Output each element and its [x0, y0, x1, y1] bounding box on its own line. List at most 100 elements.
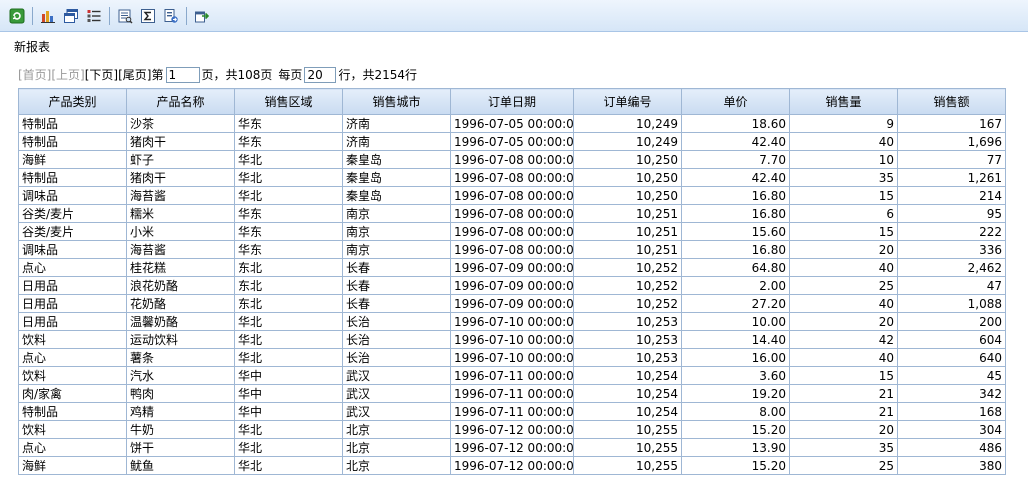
last-page-link[interactable]: [尾页]: [118, 66, 151, 83]
cell-city: 秦皇岛: [342, 186, 451, 205]
cell-category: 海鲜: [18, 150, 127, 169]
column-header-order-date[interactable]: 订单日期: [450, 88, 574, 115]
cell-city: 秦皇岛: [342, 150, 451, 169]
cell-unit-price: 16.80: [681, 186, 790, 205]
cell-city: 武汉: [342, 366, 451, 385]
cell-region: 华北: [234, 456, 343, 475]
cell-order-id: 10,252: [573, 258, 682, 277]
cell-region: 华中: [234, 366, 343, 385]
cell-quantity: 25: [789, 456, 898, 475]
cell-quantity: 10: [789, 150, 898, 169]
cell-order-date: 1996-07-05 00:00:00: [450, 114, 574, 133]
cell-order-date: 1996-07-08 00:00:00: [450, 204, 574, 223]
cell-quantity: 40: [789, 294, 898, 313]
cell-order-id: 10,250: [573, 168, 682, 187]
cell-city: 南京: [342, 222, 451, 241]
cell-order-id: 10,251: [573, 240, 682, 259]
cell-region: 东北: [234, 294, 343, 313]
cell-quantity: 15: [789, 186, 898, 205]
cell-category: 特制品: [18, 132, 127, 151]
cell-unit-price: 16.80: [681, 240, 790, 259]
cell-unit-price: 16.00: [681, 348, 790, 367]
cell-region: 东北: [234, 258, 343, 277]
cell-order-id: 10,255: [573, 438, 682, 457]
cell-unit-price: 42.40: [681, 132, 790, 151]
column-header-unit-price[interactable]: 单价: [681, 88, 790, 115]
cell-region: 华东: [234, 222, 343, 241]
cell-product: 桂花糕: [126, 258, 235, 277]
sum-icon[interactable]: [139, 7, 157, 25]
cell-order-id: 10,250: [573, 150, 682, 169]
cell-order-id: 10,253: [573, 348, 682, 367]
cell-quantity: 25: [789, 276, 898, 295]
table-row: 饮料 运动饮料 华北 长治 1996-07-10 00:00:00 10,253 14.40…: [18, 330, 1006, 349]
cell-order-id: 10,252: [573, 294, 682, 313]
refresh-icon[interactable]: [8, 7, 26, 25]
report-title: 新报表: [14, 40, 51, 54]
cell-quantity: 6: [789, 204, 898, 223]
cell-region: 华中: [234, 384, 343, 403]
toolbar: [0, 0, 1028, 32]
table-row: 海鲜 鱿鱼 华北 北京 1996-07-12 00:00:00 10,255 15.20 25…: [18, 456, 1006, 475]
list-settings-icon[interactable]: [85, 7, 103, 25]
cell-amount: 95: [897, 204, 1006, 223]
window-icon[interactable]: [62, 7, 80, 25]
column-header-amount[interactable]: 销售额: [897, 88, 1006, 115]
page-size-input[interactable]: [304, 66, 337, 83]
cell-region: 华北: [234, 186, 343, 205]
cell-product: 虾子: [126, 150, 235, 169]
chart-icon[interactable]: [39, 7, 57, 25]
cell-amount: 45: [897, 366, 1006, 385]
cell-quantity: 35: [789, 168, 898, 187]
column-header-quantity[interactable]: 销售量: [789, 88, 898, 115]
cell-unit-price: 10.00: [681, 312, 790, 331]
cell-unit-price: 7.70: [681, 150, 790, 169]
cell-amount: 304: [897, 420, 1006, 439]
print-preview-icon[interactable]: [116, 7, 134, 25]
cell-region: 华北: [234, 348, 343, 367]
cell-order-date: 1996-07-08 00:00:00: [450, 240, 574, 259]
page-size-prefix-label: 每页: [278, 68, 303, 82]
cell-amount: 214: [897, 186, 1006, 205]
cell-region: 华中: [234, 402, 343, 421]
share-icon[interactable]: [193, 7, 211, 25]
column-header-category[interactable]: 产品类别: [18, 88, 127, 115]
cell-region: 华东: [234, 240, 343, 259]
cell-product: 浪花奶酪: [126, 276, 235, 295]
cell-category: 日用品: [18, 276, 127, 295]
column-header-order-id[interactable]: 订单编号: [573, 88, 682, 115]
export-icon[interactable]: [162, 7, 180, 25]
next-page-link[interactable]: [下页]: [85, 66, 118, 83]
table-row: 饮料 牛奶 华北 北京 1996-07-12 00:00:00 10,255 15.20 20…: [18, 420, 1006, 439]
cell-unit-price: 2.00: [681, 276, 790, 295]
table-row: 点心 薯条 华北 长治 1996-07-10 00:00:00 10,253 16.00 40…: [18, 348, 1006, 367]
page-number-input[interactable]: [165, 66, 200, 83]
column-header-product[interactable]: 产品名称: [126, 88, 235, 115]
cell-amount: 167: [897, 114, 1006, 133]
column-header-region[interactable]: 销售区域: [234, 88, 343, 115]
cell-amount: 1,261: [897, 168, 1006, 187]
cell-order-date: 1996-07-08 00:00:00: [450, 168, 574, 187]
cell-quantity: 20: [789, 240, 898, 259]
cell-order-date: 1996-07-12 00:00:00: [450, 456, 574, 475]
cell-product: 糯米: [126, 204, 235, 223]
cell-category: 点心: [18, 438, 127, 457]
cell-category: 日用品: [18, 294, 127, 313]
cell-product: 饼干: [126, 438, 235, 457]
cell-quantity: 15: [789, 222, 898, 241]
cell-product: 鸭肉: [126, 384, 235, 403]
cell-product: 猪肉干: [126, 168, 235, 187]
cell-order-date: 1996-07-09 00:00:00: [450, 258, 574, 277]
column-header-city[interactable]: 销售城市: [342, 88, 451, 115]
cell-order-date: 1996-07-11 00:00:00: [450, 402, 574, 421]
cell-quantity: 9: [789, 114, 898, 133]
cell-city: 南京: [342, 240, 451, 259]
cell-quantity: 21: [789, 402, 898, 421]
cell-product: 鱿鱼: [126, 456, 235, 475]
cell-category: 谷类/麦片: [18, 222, 127, 241]
cell-order-date: 1996-07-05 00:00:00: [450, 132, 574, 151]
cell-city: 长治: [342, 348, 451, 367]
cell-quantity: 21: [789, 384, 898, 403]
cell-category: 饮料: [18, 420, 127, 439]
cell-amount: 486: [897, 438, 1006, 457]
